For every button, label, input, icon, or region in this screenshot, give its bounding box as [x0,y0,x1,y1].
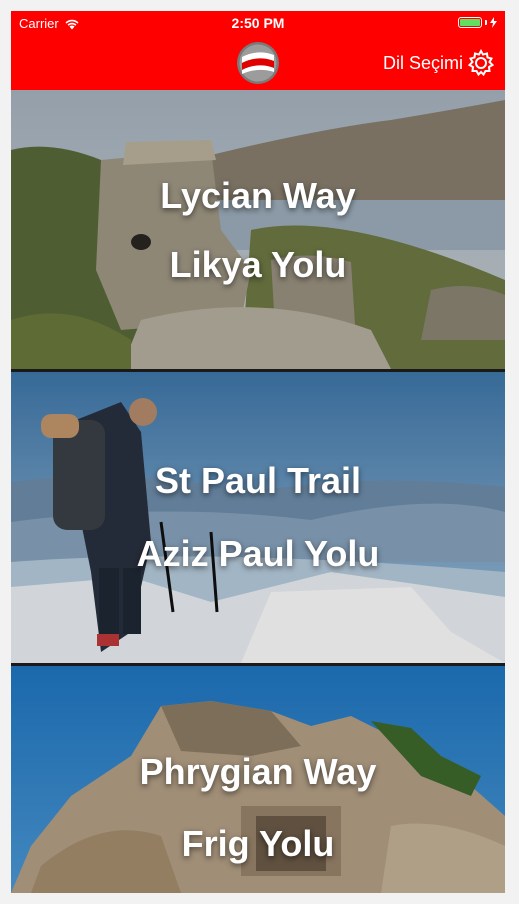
route-title-en: St Paul Trail [154,460,362,501]
route-title-tr: Aziz Paul Yolu [136,533,380,574]
battery-icon [458,17,482,28]
gear-icon [467,49,495,77]
route-title-en: Lycian Way [160,175,356,216]
route-flag-logo-icon[interactable] [236,41,280,85]
route-title-tr: Likya Yolu [169,244,347,285]
route-title-tr: Frig Yolu [181,823,335,864]
route-card-phrygian-way[interactable]: Phrygian Way Frig Yolu [11,666,505,893]
route-card-lycian-way[interactable]: Lycian Way Likya Yolu [11,90,505,369]
language-selector-button[interactable]: Dil Seçimi [383,49,495,77]
status-bar: Carrier 2:50 PM [11,11,505,35]
route-title-en: Phrygian Way [139,751,377,792]
clock: 2:50 PM [231,15,285,31]
app-screen: Carrier 2:50 PM Dil Seçimi Lycian Way Li… [11,11,505,893]
charging-bolt-icon [490,17,497,28]
language-label: Dil Seçimi [382,52,463,73]
navigation-bar: Dil Seçimi [11,35,505,90]
route-card-st-paul-trail[interactable]: St Paul Trail Aziz Paul Yolu [11,372,505,663]
battery-indicator [458,17,497,28]
